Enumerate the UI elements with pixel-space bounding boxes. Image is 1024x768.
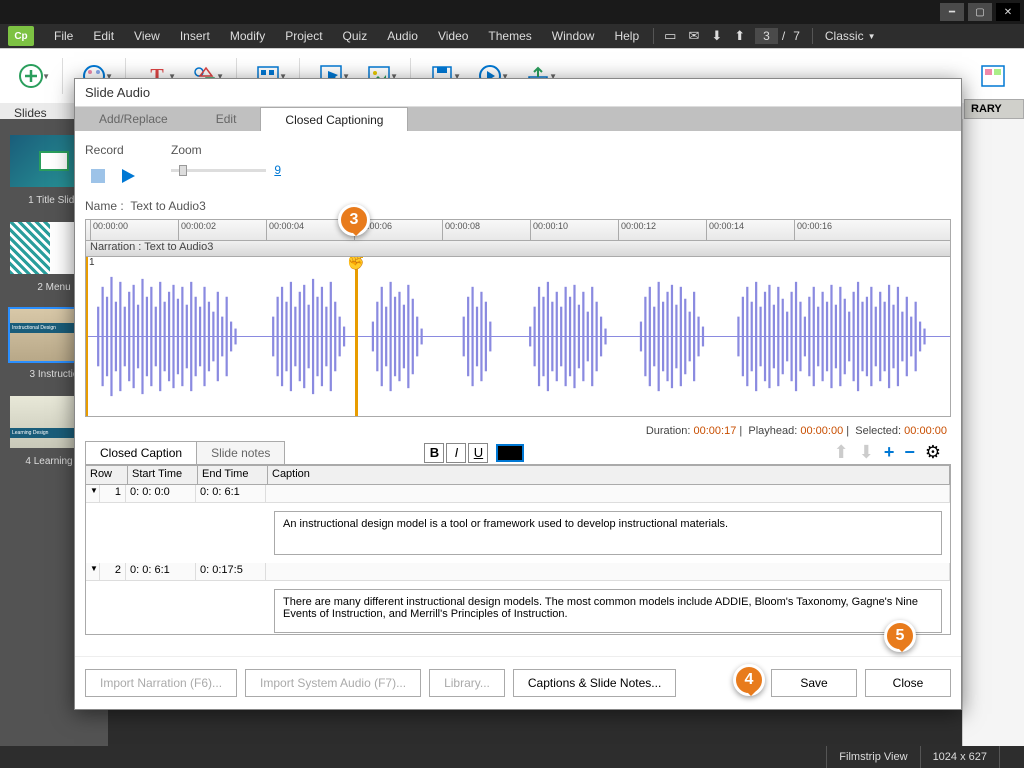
dialog-footer: Import Narration (F6)... Import System A…: [75, 656, 961, 709]
menu-modify[interactable]: Modify: [220, 29, 275, 43]
italic-button[interactable]: I: [446, 443, 466, 463]
record-label: Record: [85, 143, 141, 157]
menu-audio[interactable]: Audio: [377, 29, 428, 43]
close-button[interactable]: Close: [865, 669, 951, 697]
download-icon[interactable]: ⬇: [705, 28, 728, 44]
dialog-title: Slide Audio: [75, 79, 961, 107]
caption-table-body: ▼1 0: 0: 0:0 0: 0: 6:1 An instructional …: [85, 485, 951, 635]
settings-icon[interactable]: ⚙: [925, 442, 941, 463]
menu-edit[interactable]: Edit: [83, 29, 124, 43]
tab-closed-captioning[interactable]: Closed Captioning: [260, 107, 408, 131]
narration-track-label: Narration : Text to Audio3: [85, 241, 951, 257]
dimensions: 1024 x 627: [920, 746, 999, 768]
maximize-button[interactable]: ▢: [968, 3, 992, 21]
callout-4: 4: [733, 664, 765, 696]
dialog-tabs: Add/Replace Edit Closed Captioning: [75, 107, 961, 131]
playhead-marker[interactable]: [355, 257, 358, 416]
menu-file[interactable]: File: [44, 29, 83, 43]
start-marker[interactable]: [86, 257, 88, 416]
add-caption-icon[interactable]: +: [884, 442, 895, 463]
import-narration-button[interactable]: Import Narration (F6)...: [85, 669, 237, 697]
import-system-audio-button[interactable]: Import System Audio (F7)...: [245, 669, 421, 697]
workspace-dropdown[interactable]: Classic ▼: [817, 29, 884, 43]
remove-caption-icon[interactable]: −: [904, 442, 915, 463]
statusbar: Filmstrip View 1024 x 627: [0, 746, 1024, 768]
slide-audio-dialog: Slide Audio Add/Replace Edit Closed Capt…: [74, 78, 962, 710]
tab-add-replace[interactable]: Add/Replace: [75, 107, 192, 131]
tab-edit[interactable]: Edit: [192, 107, 261, 131]
tab-closed-caption[interactable]: Closed Caption: [85, 441, 197, 464]
caption-row-2[interactable]: ▼2 0: 0: 6:1 0: 0:17:5: [86, 563, 950, 581]
zoom-label: Zoom: [171, 143, 281, 157]
menu-video[interactable]: Video: [428, 29, 478, 43]
page-total: 7: [785, 29, 808, 43]
right-panel: [962, 119, 1024, 746]
menu-window[interactable]: Window: [542, 29, 605, 43]
view-mode: Filmstrip View: [826, 746, 919, 768]
bold-button[interactable]: B: [424, 443, 444, 463]
timeline-ruler[interactable]: 00:00:00 00:00:02 00:00:04 00:00:06 00:0…: [85, 219, 951, 241]
move-up-icon[interactable]: ⬆: [834, 442, 849, 463]
preview-icon[interactable]: ▭: [658, 28, 682, 44]
play-button[interactable]: [115, 163, 141, 189]
assets-button[interactable]: [970, 57, 1016, 95]
menu-themes[interactable]: Themes: [478, 29, 541, 43]
caption-text-1[interactable]: An instructional design model is a tool …: [274, 511, 942, 555]
waveform[interactable]: 1 ✊: [85, 257, 951, 417]
stop-button[interactable]: [85, 163, 111, 189]
tab-slide-notes[interactable]: Slide notes: [196, 441, 285, 464]
caption-table-header: Row Start Time End Time Caption: [85, 465, 951, 485]
window-titlebar: ━ ▢ ✕: [0, 0, 1024, 24]
minimize-button[interactable]: ━: [940, 3, 964, 21]
menu-help[interactable]: Help: [604, 29, 649, 43]
playback-status: Duration: 00:00:17 | Playhead: 00:00:00 …: [85, 417, 951, 441]
library-button[interactable]: Library...: [429, 669, 505, 697]
zoom-value[interactable]: 9: [274, 163, 281, 177]
captions-slide-notes-button[interactable]: Captions & Slide Notes...: [513, 669, 676, 697]
menu-view[interactable]: View: [124, 29, 170, 43]
menu-insert[interactable]: Insert: [170, 29, 220, 43]
menu-project[interactable]: Project: [275, 29, 332, 43]
zoom-slider[interactable]: 9: [171, 163, 281, 177]
text-color-button[interactable]: [496, 444, 524, 462]
close-button[interactable]: ✕: [996, 3, 1020, 21]
callout-5: 5: [884, 620, 916, 652]
mail-icon[interactable]: ✉: [682, 28, 705, 44]
page-current[interactable]: 3: [755, 28, 778, 44]
grab-cursor-icon: ✊: [347, 257, 364, 271]
underline-button[interactable]: U: [468, 443, 488, 463]
upload-icon[interactable]: ⬆: [728, 28, 751, 44]
caption-text-2[interactable]: There are many different instructional d…: [274, 589, 942, 633]
audio-name: Text to Audio3: [130, 199, 205, 213]
save-button[interactable]: Save: [771, 669, 857, 697]
menu-quiz[interactable]: Quiz: [333, 29, 378, 43]
callout-3: 3: [338, 204, 370, 236]
app-logo: Cp: [8, 26, 34, 46]
menubar: Cp File Edit View Insert Modify Project …: [0, 24, 1024, 48]
caption-row-1[interactable]: ▼1 0: 0: 0:0 0: 0: 6:1: [86, 485, 950, 503]
move-down-icon[interactable]: ⬇: [859, 442, 874, 463]
marker-label-1: 1: [89, 257, 95, 268]
library-header: RARY: [964, 99, 1024, 119]
add-slide-button[interactable]: ▼: [8, 57, 54, 95]
